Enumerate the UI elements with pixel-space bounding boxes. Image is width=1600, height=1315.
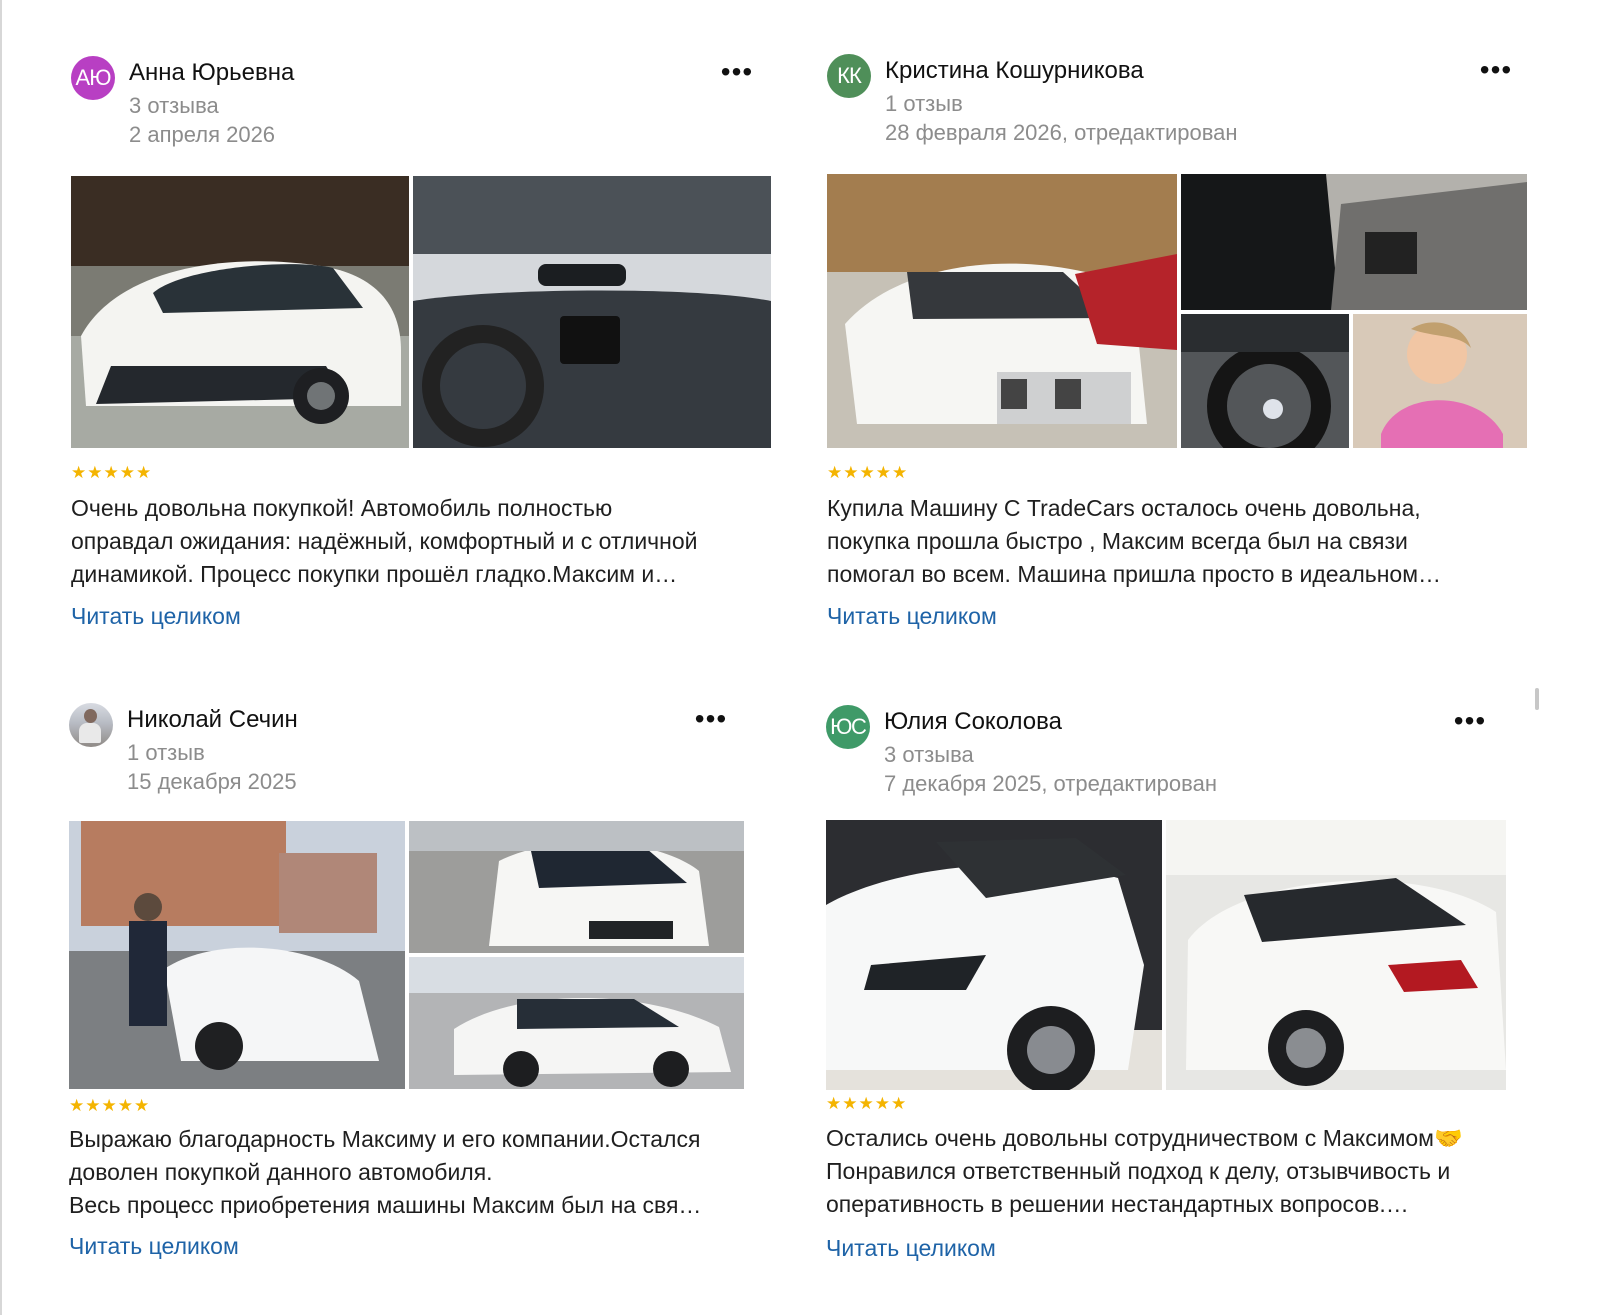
review-photo[interactable]	[69, 821, 405, 1089]
steering-wheel-photo	[1181, 314, 1349, 448]
avatar: ЮС	[826, 705, 870, 749]
rear-seat-photo	[1181, 174, 1527, 310]
reviews-count: 1 отзыв	[885, 91, 963, 116]
reviews-count: 3 отзыва	[129, 93, 219, 118]
review-photo[interactable]	[71, 176, 409, 448]
avatar: КК	[827, 54, 871, 98]
review-photo[interactable]	[1353, 314, 1527, 448]
review-text: Купила Машину С TradeCars осталось очень…	[827, 492, 1527, 591]
more-horizontal-icon: •••	[1479, 54, 1513, 85]
white-sedan-photo	[71, 176, 409, 448]
reviews-count: 1 отзыв	[127, 740, 205, 765]
more-horizontal-icon: •••	[720, 56, 754, 87]
rating-stars: ★★★★★	[826, 1094, 908, 1113]
more-horizontal-icon: •••	[694, 703, 728, 734]
review-text-line: оперативность в решении нестандартных во…	[826, 1191, 1409, 1217]
rating-stars: ★★★★★	[827, 463, 909, 482]
review-photo[interactable]	[827, 174, 1177, 448]
suv-rear-photo	[1166, 820, 1506, 1090]
review-photos	[827, 174, 1527, 454]
author-name[interactable]: Николай Сечин	[127, 705, 298, 735]
review-photo[interactable]	[1166, 820, 1506, 1090]
review-text-line: покупка прошла быстро , Максим всегда бы…	[827, 528, 1408, 554]
bmw-suv-photo	[827, 174, 1177, 448]
suv-front-photo	[826, 820, 1162, 1090]
review-text-line: помогал во всем. Машина пришла просто в …	[827, 561, 1442, 587]
review-text-line: доволен покупкой данного автомобиля.	[69, 1159, 493, 1185]
review-date: 7 декабря 2025, отредактирован	[884, 771, 1217, 796]
review-photo[interactable]	[413, 176, 771, 448]
review-text: Остались очень довольны сотрудничеством …	[826, 1122, 1506, 1221]
customer-selfie-photo	[1353, 314, 1527, 448]
rating-stars: ★★★★★	[71, 463, 153, 482]
review-text-line: Выражаю благодарность Максиму и его комп…	[69, 1126, 701, 1152]
read-more-link[interactable]: Читать целиком	[69, 1231, 239, 1261]
sedan-front-photo	[409, 821, 744, 953]
scrollbar-thumb[interactable]	[1535, 688, 1539, 710]
more-button[interactable]: •••	[685, 703, 737, 745]
man-with-sedan-photo	[69, 821, 405, 1089]
more-button[interactable]: •••	[711, 56, 763, 98]
reviews-count: 3 отзыва	[884, 742, 974, 767]
review-photos	[826, 820, 1506, 1090]
more-button[interactable]: •••	[1470, 54, 1522, 96]
review-text-line: Весь процесс приобретения машины Максим …	[69, 1192, 702, 1218]
review-photos	[71, 176, 771, 456]
review-photo[interactable]	[826, 820, 1162, 1090]
review-date: 2 апреля 2026	[129, 122, 276, 147]
review-text-line: Очень довольна покупкой! Автомобиль полн…	[71, 495, 613, 521]
read-more-link[interactable]: Читать целиком	[71, 601, 241, 631]
review-photo[interactable]	[409, 957, 744, 1089]
review-photo[interactable]	[1181, 314, 1349, 448]
page-left-border	[0, 0, 2, 1315]
review-meta: 3 отзыва 2 апреля 2026	[129, 91, 275, 149]
review-photo[interactable]	[409, 821, 744, 953]
review-text-line: оправдал ожидания: надёжный, комфортный …	[71, 528, 698, 554]
author-name[interactable]: Юлия Соколова	[884, 707, 1062, 737]
review-text-line: Остались очень довольны сотрудничеством …	[826, 1125, 1463, 1151]
review-meta: 1 отзыв 15 декабря 2025	[127, 738, 297, 796]
avatar: АЮ	[71, 56, 115, 100]
review-photos	[69, 821, 744, 1089]
review-date: 15 декабря 2025	[127, 769, 297, 794]
read-more-link[interactable]: Читать целиком	[826, 1233, 996, 1263]
more-horizontal-icon: •••	[1453, 705, 1487, 736]
avatar	[69, 703, 113, 747]
read-more-link[interactable]: Читать целиком	[827, 601, 997, 631]
review-meta: 1 отзыв 28 февраля 2026, отредактирован	[885, 89, 1238, 147]
review-photo[interactable]	[1181, 174, 1527, 310]
rating-stars: ★★★★★	[69, 1096, 151, 1115]
review-text-line: Понравился ответственный подход к делу, …	[826, 1158, 1451, 1184]
more-button[interactable]: •••	[1444, 705, 1496, 747]
sedan-side-photo	[409, 957, 744, 1089]
dashboard-photo	[413, 176, 771, 448]
review-date: 28 февраля 2026, отредактирован	[885, 120, 1238, 145]
author-name[interactable]: Анна Юрьевна	[129, 58, 294, 88]
review-meta: 3 отзыва 7 декабря 2025, отредактирован	[884, 740, 1217, 798]
review-text-line: динамикой. Процесс покупки прошёл гладко…	[71, 561, 678, 587]
review-text: Выражаю благодарность Максиму и его комп…	[69, 1123, 744, 1222]
review-text: Очень довольна покупкой! Автомобиль полн…	[71, 492, 771, 591]
review-text-line: Купила Машину С TradeCars осталось очень…	[827, 495, 1421, 521]
author-name[interactable]: Кристина Кошурникова	[885, 56, 1144, 86]
